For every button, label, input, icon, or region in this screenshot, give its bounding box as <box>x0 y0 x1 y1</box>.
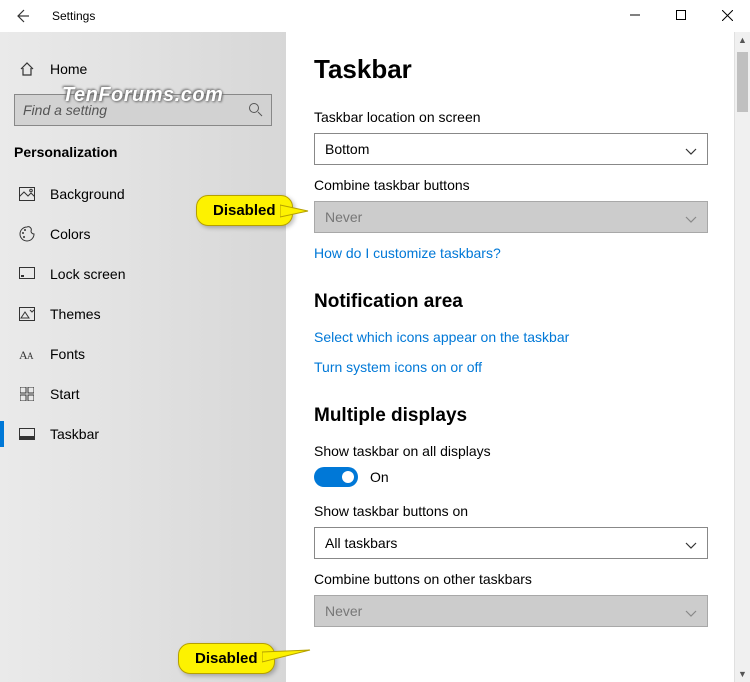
scroll-down-arrow[interactable]: ▼ <box>735 666 750 682</box>
picture-icon <box>18 187 36 201</box>
arrow-left-icon <box>14 8 30 24</box>
sidebar-item-label: Lock screen <box>50 266 125 282</box>
notification-heading: Notification area <box>314 291 722 313</box>
start-icon <box>18 387 36 401</box>
sidebar-item-label: Fonts <box>50 346 85 362</box>
scroll-thumb[interactable] <box>737 52 748 112</box>
chevron-down-icon <box>685 144 697 160</box>
close-button[interactable] <box>704 0 750 30</box>
multiple-displays-heading: Multiple displays <box>314 405 722 427</box>
back-button[interactable] <box>6 0 38 32</box>
sidebar-category: Personalization <box>0 136 286 174</box>
main-panel: Taskbar Taskbar location on screen Botto… <box>286 32 750 682</box>
multi-buttons-label: Show taskbar buttons on <box>314 503 722 519</box>
sidebar-item-lockscreen[interactable]: Lock screen <box>0 254 286 294</box>
minimize-button[interactable] <box>612 0 658 30</box>
multi-buttons-dropdown[interactable]: All taskbars <box>314 527 708 559</box>
sidebar: Home Find a setting Personalization Back… <box>0 32 286 682</box>
multi-buttons-value: All taskbars <box>325 535 397 551</box>
combine-value: Never <box>325 209 362 225</box>
maximize-button[interactable] <box>658 0 704 30</box>
toggle-knob <box>342 471 354 483</box>
fonts-icon: AA <box>18 347 36 361</box>
sidebar-home-label: Home <box>50 61 87 77</box>
sidebar-item-label: Colors <box>50 226 90 242</box>
scrollbar[interactable]: ▲ ▼ <box>734 32 750 682</box>
multi-combine-dropdown: Never <box>314 595 708 627</box>
multi-combine-label: Combine buttons on other taskbars <box>314 571 722 587</box>
search-icon <box>248 102 263 120</box>
sidebar-item-label: Background <box>50 186 125 202</box>
chevron-down-icon <box>685 212 697 228</box>
location-label: Taskbar location on screen <box>314 109 722 125</box>
scroll-up-arrow[interactable]: ▲ <box>735 32 750 48</box>
sidebar-item-fonts[interactable]: AA Fonts <box>0 334 286 374</box>
notif-link-icons[interactable]: Select which icons appear on the taskbar <box>314 329 722 345</box>
window-title: Settings <box>52 9 95 23</box>
sidebar-item-background[interactable]: Background <box>0 174 286 214</box>
sidebar-home[interactable]: Home <box>0 50 286 88</box>
sidebar-item-colors[interactable]: Colors <box>0 214 286 254</box>
multi-combine-value: Never <box>325 603 362 619</box>
sidebar-item-label: Themes <box>50 306 101 322</box>
chevron-down-icon <box>685 538 697 554</box>
sidebar-item-label: Start <box>50 386 80 402</box>
multi-show-toggle[interactable] <box>314 467 358 487</box>
sidebar-item-start[interactable]: Start <box>0 374 286 414</box>
chevron-down-icon <box>685 606 697 622</box>
notif-link-system[interactable]: Turn system icons on or off <box>314 359 722 375</box>
lockscreen-icon <box>18 267 36 281</box>
multi-show-label: Show taskbar on all displays <box>314 443 722 459</box>
search-placeholder: Find a setting <box>23 102 107 118</box>
location-value: Bottom <box>325 141 369 157</box>
sidebar-item-themes[interactable]: Themes <box>0 294 286 334</box>
combine-label: Combine taskbar buttons <box>314 177 722 193</box>
search-input[interactable]: Find a setting <box>14 94 272 126</box>
taskbar-icon <box>18 428 36 440</box>
themes-icon <box>18 307 36 321</box>
palette-icon <box>18 226 36 242</box>
help-link[interactable]: How do I customize taskbars? <box>314 245 722 261</box>
sidebar-item-label: Taskbar <box>50 426 99 442</box>
svg-text:A: A <box>27 351 34 361</box>
location-dropdown[interactable]: Bottom <box>314 133 708 165</box>
multi-show-state: On <box>370 469 389 485</box>
combine-dropdown: Never <box>314 201 708 233</box>
page-title: Taskbar <box>314 54 722 85</box>
sidebar-item-taskbar[interactable]: Taskbar <box>0 414 286 454</box>
home-icon <box>18 61 36 77</box>
